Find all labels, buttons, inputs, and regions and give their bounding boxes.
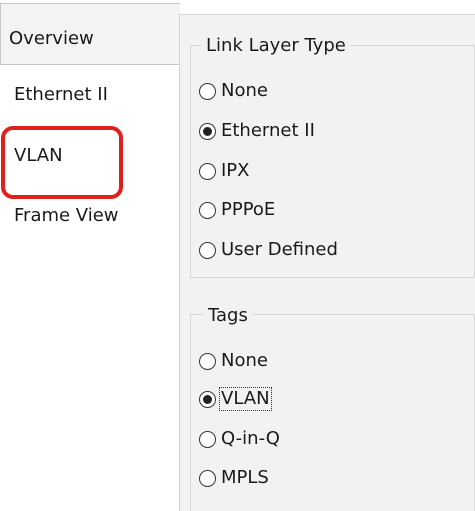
- tags-radio-mpls[interactable]: MPLS: [199, 465, 270, 491]
- link-layer-radio-none[interactable]: None: [199, 78, 269, 104]
- radio-button-icon: [199, 201, 216, 219]
- link-layer-radio-pppoe[interactable]: PPPoE: [199, 197, 276, 223]
- radio-label: IPX: [221, 160, 250, 181]
- link-layer-radio-ipx[interactable]: IPX: [199, 158, 251, 184]
- tags-title: Tags: [204, 305, 252, 327]
- link-layer-radio-ethernet-ii[interactable]: Ethernet II: [199, 118, 316, 144]
- tags-radio-none[interactable]: None: [199, 348, 269, 374]
- tab-list: Overview Ethernet II VLAN Frame View: [0, 0, 180, 511]
- tab-overview[interactable]: Overview: [0, 3, 180, 65]
- link-layer-radio-user-defined[interactable]: User Defined: [199, 237, 339, 263]
- radio-label: User Defined: [221, 239, 338, 260]
- tab-frame-view[interactable]: Frame View: [14, 205, 119, 227]
- tags-radio-vlan[interactable]: VLAN: [199, 386, 272, 412]
- radio-button-icon: [199, 352, 216, 370]
- radio-label: PPPoE: [221, 199, 276, 220]
- tab-overview-label: Overview: [9, 28, 94, 49]
- radio-button-icon: [199, 82, 216, 100]
- radio-button-icon: [199, 162, 216, 180]
- radio-label: Ethernet II: [221, 120, 315, 141]
- radio-label: None: [221, 350, 268, 371]
- radio-button-checked-icon: [199, 390, 216, 408]
- radio-label: Q-in-Q: [221, 428, 280, 449]
- tags-radio-q-in-q[interactable]: Q-in-Q: [199, 426, 281, 452]
- radio-button-icon: [199, 430, 216, 448]
- tab-ethernet-ii[interactable]: Ethernet II: [14, 84, 108, 106]
- radio-label: None: [221, 80, 268, 101]
- radio-label: VLAN: [219, 387, 272, 411]
- link-layer-type-title: Link Layer Type: [202, 35, 350, 57]
- radio-label: MPLS: [221, 467, 269, 488]
- radio-button-checked-icon: [199, 122, 216, 140]
- tab-vlan[interactable]: VLAN: [14, 145, 63, 167]
- radio-button-icon: [199, 241, 216, 259]
- radio-button-icon: [199, 469, 216, 487]
